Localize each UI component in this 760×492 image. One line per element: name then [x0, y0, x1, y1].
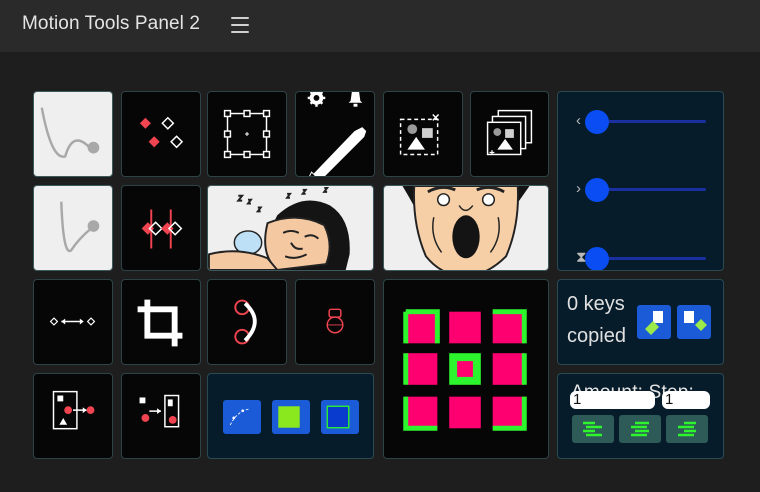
keyframe-align-button[interactable]	[121, 185, 201, 271]
null-object-button[interactable]	[295, 279, 375, 365]
chevron-left-icon: ‹	[576, 112, 581, 129]
chevron-right-icon: ›	[576, 180, 581, 197]
paste-keys-button[interactable]	[677, 305, 711, 339]
distribute-horizontal-button[interactable]	[33, 279, 113, 365]
null-pin-icon	[326, 308, 344, 334]
ease-curve-icon	[40, 107, 100, 158]
slider-track	[594, 120, 706, 123]
ease-graph-button[interactable]	[33, 91, 113, 177]
align-center-button[interactable]	[619, 415, 661, 443]
keyframe-align-icon	[141, 209, 183, 249]
copy-keys-panel: 0 keys copied	[557, 279, 724, 365]
slider-2[interactable]: ›	[558, 177, 723, 202]
bounding-box-button[interactable]	[207, 91, 287, 177]
slider-knob[interactable]	[585, 178, 609, 202]
copy-keys-icon	[645, 311, 663, 335]
tool-grid: ‹ › ⧗ 0 keys copied 1 1	[0, 52, 760, 492]
amount-step-panel: Amount: Step:	[557, 373, 724, 459]
align-left-button[interactable]	[572, 415, 614, 443]
hourglass-icon: ⧗	[576, 249, 587, 266]
align-left-icon	[583, 421, 602, 437]
screaming-character-button[interactable]	[383, 185, 549, 271]
anchor-grid-button[interactable]	[383, 279, 549, 459]
sleeping-face-illustration	[208, 186, 350, 270]
precompose-button[interactable]	[383, 91, 463, 177]
slider-knob[interactable]	[585, 247, 609, 270]
crop-icon	[137, 299, 183, 347]
bounding-box-icon	[223, 109, 271, 159]
chain-link-icon	[234, 299, 257, 345]
bezier-path-icon	[229, 408, 250, 426]
link-parent-button[interactable]	[207, 279, 287, 365]
pencil-icon	[307, 92, 367, 176]
sleeping-character-button[interactable]	[207, 185, 374, 271]
duplicate-layers-icon	[486, 109, 533, 156]
step-input[interactable]	[662, 391, 710, 409]
duplicate-comp-button[interactable]	[470, 91, 549, 177]
slider-1[interactable]: ‹	[558, 109, 723, 134]
precompose-icon	[399, 113, 440, 156]
solid-square-icon	[278, 406, 300, 428]
keyframe-diamonds-icon	[139, 116, 184, 149]
paste-keys-icon	[684, 311, 707, 331]
panel-title: Motion Tools Panel 2	[22, 13, 201, 34]
keys-copied-label: copied	[567, 325, 626, 347]
shape-tools-panel	[207, 373, 374, 459]
align-right-button[interactable]	[666, 415, 708, 443]
keys-status: 0 keys copied	[567, 288, 626, 352]
keys-count-label: 0 keys	[567, 293, 625, 315]
layer-to-point-icon	[52, 390, 95, 430]
align-right-icon	[678, 421, 696, 437]
distribute-arrows-icon	[49, 317, 96, 326]
outline-square-icon	[326, 405, 350, 429]
copy-keys-button[interactable]	[637, 305, 671, 339]
point-to-layer-icon	[139, 394, 180, 428]
ease-curve-icon	[60, 201, 100, 253]
screaming-face-illustration	[402, 186, 530, 270]
slider-track	[594, 188, 706, 191]
slider-knob[interactable]	[585, 110, 609, 134]
align-center-icon	[631, 421, 649, 437]
title-bar: Motion Tools Panel 2	[0, 0, 760, 52]
slider-track	[594, 257, 706, 260]
keyframes-scatter-button[interactable]	[121, 91, 201, 177]
slider-3[interactable]: ⧗	[558, 246, 723, 270]
point-to-layer-button[interactable]	[121, 373, 201, 459]
solid-fill-button[interactable]	[272, 400, 310, 434]
pencil-edit-button[interactable]	[295, 91, 375, 177]
hamburger-menu-icon[interactable]	[231, 17, 249, 33]
amount-input[interactable]	[570, 391, 655, 409]
crop-button[interactable]	[121, 279, 201, 365]
slider-panel: ‹ › ⧗	[557, 91, 724, 271]
layer-to-point-button[interactable]	[33, 373, 113, 459]
path-bezier-button[interactable]	[223, 400, 261, 434]
outline-stroke-button[interactable]	[321, 400, 359, 434]
anchor-point-grid-icon	[403, 309, 527, 431]
ease-graph-button-2[interactable]	[33, 185, 113, 271]
